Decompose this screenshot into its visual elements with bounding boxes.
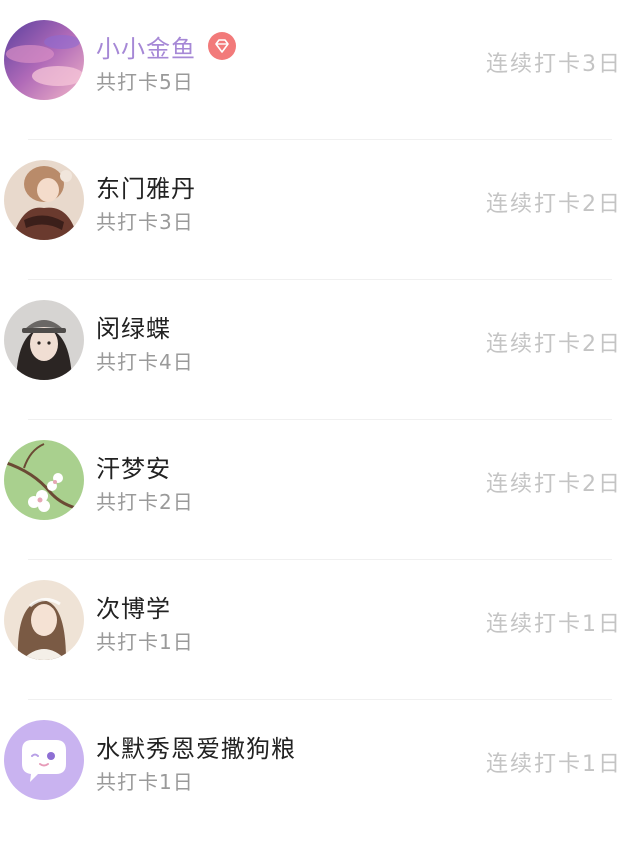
anime-girl-avatar[interactable] [4,160,84,240]
list-item[interactable]: 小小金鱼 共打卡5日 连续打卡3日 [0,0,640,140]
streak-checkin-count: 连续打卡3日 [486,52,622,77]
member-name[interactable]: 次博学 [96,589,171,624]
list-item[interactable]: 水默秀恩爱撒狗粮 共打卡1日 连续打卡1日 [0,700,640,840]
streak-checkin-count: 连续打卡2日 [486,192,622,217]
list-item[interactable]: 次博学 共打卡1日 连续打卡1日 [0,560,640,700]
total-checkin-count: 共打卡2日 [96,490,194,514]
girl-portrait-avatar[interactable] [4,580,84,660]
total-checkin-count: 共打卡1日 [96,630,194,654]
checkin-member-list: 小小金鱼 共打卡5日 连续打卡3日 东门雅丹 共打卡3日 连续打卡2日 闵绿蝶 … [0,0,640,852]
list-item[interactable]: 东门雅丹 共打卡3日 连续打卡2日 [0,140,640,280]
list-item[interactable]: 汗梦安 共打卡2日 连续打卡2日 [0,420,640,560]
total-checkin-count: 共打卡1日 [96,770,194,794]
member-name[interactable]: 闵绿蝶 [96,309,171,344]
default-chat-avatar[interactable] [4,720,84,800]
member-name[interactable]: 汗梦安 [96,449,171,484]
total-checkin-count: 共打卡5日 [96,70,194,94]
vip-diamond-icon [208,32,236,60]
member-name[interactable]: 东门雅丹 [96,169,196,204]
member-name[interactable]: 小小金鱼 [96,29,196,64]
purple-sky-avatar[interactable] [4,20,84,100]
streak-checkin-count: 连续打卡2日 [486,472,622,497]
total-checkin-count: 共打卡3日 [96,210,194,234]
member-name[interactable]: 水默秀恩爱撒狗粮 [96,729,296,764]
total-checkin-count: 共打卡4日 [96,350,194,374]
streak-checkin-count: 连续打卡2日 [486,332,622,357]
streak-checkin-count: 连续打卡1日 [486,612,622,637]
girl-hat-avatar[interactable] [4,300,84,380]
blossom-branch-avatar[interactable] [4,440,84,520]
list-item[interactable]: 闵绿蝶 共打卡4日 连续打卡2日 [0,280,640,420]
streak-checkin-count: 连续打卡1日 [486,752,622,777]
